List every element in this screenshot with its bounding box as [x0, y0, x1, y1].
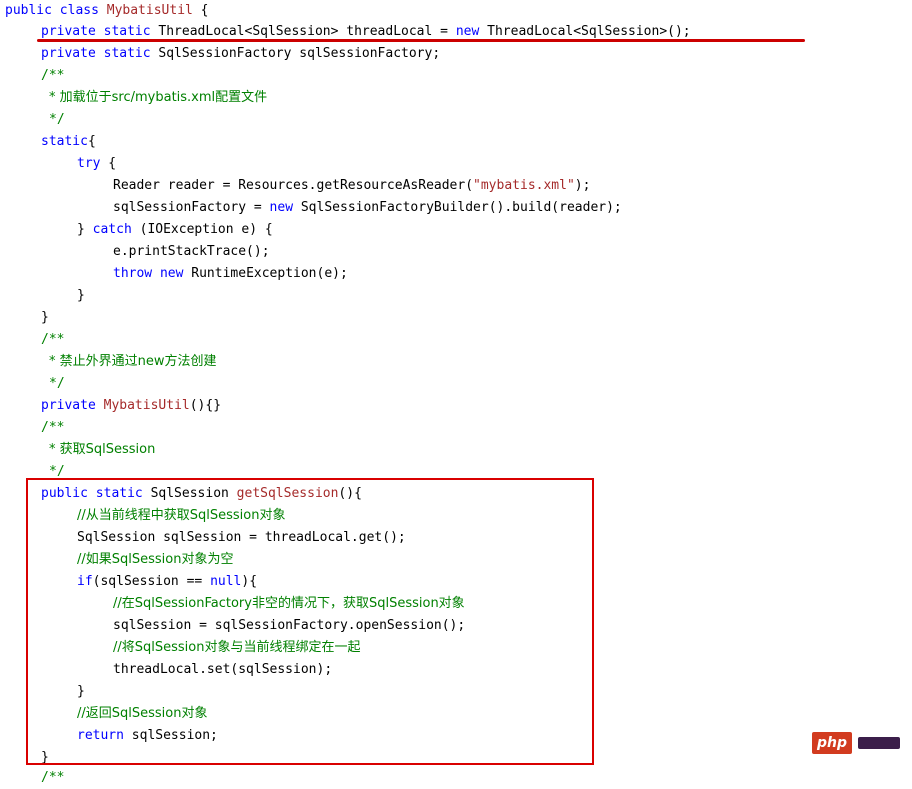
- code-comment: /**: [41, 420, 65, 435]
- code-line-brace: }: [41, 310, 49, 325]
- keyword: new: [159, 266, 184, 281]
- keyword: new: [269, 200, 294, 215]
- keyword: public class: [5, 3, 107, 18]
- code-text: {: [192, 3, 209, 18]
- code-line-brace: }: [77, 288, 85, 303]
- code-line-print-stack: e.printStackTrace();: [113, 244, 270, 259]
- keyword: new: [455, 24, 480, 39]
- keyword: static: [41, 134, 88, 149]
- keyword: private static: [41, 24, 151, 39]
- code-text: );: [574, 178, 591, 193]
- php-watermark: php: [812, 732, 900, 754]
- code-comment: /**: [41, 332, 65, 347]
- red-underline-annotation: [37, 39, 805, 42]
- code-text: RuntimeException(e);: [183, 266, 348, 281]
- code-comment: * 获取SqlSession: [49, 442, 156, 457]
- php-logo: php: [812, 732, 852, 754]
- watermark-bar: [858, 737, 900, 749]
- code-text: sqlSessionFactory =: [113, 200, 270, 215]
- code-line-factory-field: private static SqlSessionFactory sqlSess…: [41, 43, 440, 65]
- code-line-static-block: static{: [41, 131, 96, 153]
- code-text: }: [77, 222, 93, 237]
- code-line-build-factory: sqlSessionFactory = new SqlSessionFactor…: [113, 197, 622, 219]
- code-line-try: try {: [77, 153, 116, 175]
- code-line-private-constructor: private MybatisUtil(){}: [41, 395, 221, 417]
- code-comment: */: [49, 112, 65, 127]
- code-text: SqlSessionFactoryBuilder().build(reader)…: [293, 200, 622, 215]
- code-text: ThreadLocal<SqlSession>();: [479, 24, 691, 39]
- code-comment: */: [49, 376, 65, 391]
- code-text: Reader reader = Resources.getResourceAsR…: [113, 178, 474, 193]
- class-name: MybatisUtil: [106, 3, 193, 18]
- code-comment: /**: [41, 68, 65, 83]
- keyword: try: [77, 156, 101, 171]
- red-highlight-box: [26, 478, 594, 765]
- code-text: SqlSessionFactory sqlSessionFactory;: [150, 46, 441, 61]
- code-text: {: [87, 134, 96, 149]
- code-line-class-declaration: public class MybatisUtil {: [5, 0, 209, 22]
- code-comment: * 禁止外界通过new方法创建: [49, 354, 217, 369]
- string-literal: "mybatis.xml": [473, 178, 575, 193]
- code-comment: * 加载位于src/mybatis.xml配置文件: [49, 90, 268, 105]
- code-text: (IOException e) {: [131, 222, 273, 237]
- keyword: throw: [113, 266, 153, 281]
- code-line-throw: throw new RuntimeException(e);: [113, 263, 348, 285]
- code-comment: /**: [41, 770, 65, 785]
- code-text: {: [100, 156, 117, 171]
- code-text: ThreadLocal<SqlSession> threadLocal =: [150, 24, 456, 39]
- code-line-catch: } catch (IOException e) {: [77, 219, 273, 241]
- keyword: private: [41, 398, 96, 413]
- code-text: (){}: [189, 398, 222, 413]
- constructor-name: MybatisUtil: [103, 398, 190, 413]
- keyword: catch: [92, 222, 132, 237]
- keyword: private static: [41, 46, 151, 61]
- code-line-reader: Reader reader = Resources.getResourceAsR…: [113, 175, 590, 197]
